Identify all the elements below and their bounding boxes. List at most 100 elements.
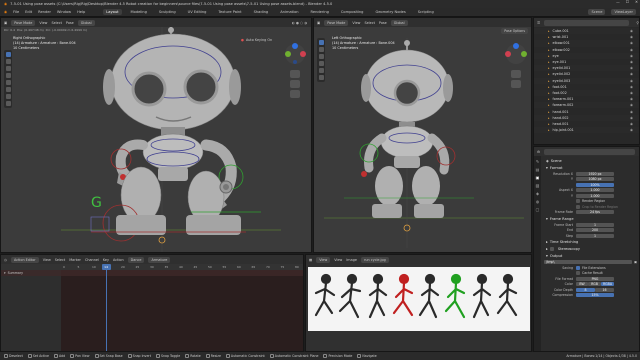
- tab-rendering[interactable]: Rendering: [308, 9, 332, 15]
- outliner[interactable]: ☰ ⚲ ▸ Cube.001 ◉ ▸ wrist.001 ◉ ▸ elbow.001 ◉ ▸…: [533, 17, 640, 145]
- menu-select[interactable]: Select: [51, 21, 61, 25]
- maximize-button[interactable]: ☐: [626, 0, 629, 4]
- menu-file[interactable]: File: [13, 10, 19, 14]
- menu-image[interactable]: Image: [346, 258, 357, 262]
- scale-tool-icon[interactable]: [5, 80, 11, 85]
- depth-16-option[interactable]: 16: [595, 287, 614, 292]
- action-selector[interactable]: Dance: [127, 256, 145, 263]
- annotate-tool-icon[interactable]: [5, 94, 11, 99]
- mode-selector[interactable]: Pose Mode: [11, 19, 36, 26]
- measure-tool-icon[interactable]: [5, 101, 11, 106]
- format-panel-header[interactable]: ▾ Format: [542, 164, 639, 171]
- blender-menu-icon[interactable]: ◉: [4, 10, 7, 14]
- visibility-icon[interactable]: ◉: [630, 116, 633, 120]
- mode-selector[interactable]: Pose Mode: [324, 19, 349, 26]
- outliner-search[interactable]: [544, 19, 629, 26]
- zoom-icon[interactable]: [290, 70, 300, 78]
- visibility-icon[interactable]: ◉: [630, 85, 633, 89]
- robot-model-left-view[interactable]: [324, 38, 524, 248]
- tab-scripting[interactable]: Scripting: [415, 9, 437, 15]
- shading-icons[interactable]: ◐ ● ○ ◑: [292, 21, 307, 25]
- camera-view-icon[interactable]: [290, 90, 300, 98]
- checkbox-icon[interactable]: [576, 265, 580, 270]
- tool-tab-icon[interactable]: ✎: [536, 159, 539, 164]
- rotate-tool-icon[interactable]: [318, 61, 324, 66]
- object-tab-icon[interactable]: ▢: [536, 207, 540, 212]
- select-tool-icon[interactable]: [318, 40, 324, 45]
- visibility-icon[interactable]: ◉: [630, 110, 633, 114]
- visibility-icon[interactable]: ◉: [630, 35, 633, 39]
- visibility-icon[interactable]: ◉: [630, 103, 633, 107]
- list-item[interactable]: ▸ hip.joint.001 ◉: [534, 127, 639, 134]
- checkbox-icon[interactable]: [576, 271, 580, 276]
- transform-tool-icon[interactable]: [5, 87, 11, 92]
- properties-search[interactable]: [544, 148, 635, 155]
- scene-tab-icon[interactable]: ◈: [536, 191, 539, 196]
- cursor-tool-icon[interactable]: [5, 59, 11, 64]
- image-mode-selector[interactable]: View: [316, 256, 331, 263]
- tab-compositing[interactable]: Compositing: [338, 9, 367, 15]
- output-panel-header[interactable]: ▾ Output: [542, 253, 639, 260]
- menu-view[interactable]: View: [334, 258, 342, 262]
- compression-field[interactable]: Compression 15%: [542, 293, 639, 299]
- z-axis-icon[interactable]: [292, 43, 298, 49]
- scale-tool-icon[interactable]: [318, 68, 324, 73]
- tab-geometry-nodes[interactable]: Geometry Nodes: [372, 9, 408, 15]
- visibility-icon[interactable]: ◉: [630, 122, 633, 126]
- select-tool-icon[interactable]: [5, 52, 11, 57]
- tab-texture-paint[interactable]: Texture Paint: [215, 9, 244, 15]
- orientation-selector[interactable]: Global: [390, 19, 408, 26]
- editor-type-icon[interactable]: ◷: [4, 258, 7, 262]
- close-button[interactable]: ✕: [635, 0, 638, 4]
- image-editor[interactable]: ▦ View View Image run cycle.jpg: [305, 254, 532, 352]
- summary-channel[interactable]: ▾ Summary: [1, 270, 61, 276]
- menu-view[interactable]: View: [39, 21, 47, 25]
- visibility-icon[interactable]: ◉: [630, 128, 633, 132]
- transform-tool-icon[interactable]: [318, 75, 324, 80]
- x-axis-icon[interactable]: [300, 51, 306, 57]
- viewport-left[interactable]: ▣ Pose Mode View Select Pose Global ◐ ● …: [0, 17, 312, 253]
- world-tab-icon[interactable]: ◍: [536, 199, 540, 204]
- tab-animation[interactable]: Animation: [277, 9, 301, 15]
- visibility-icon[interactable]: ◉: [630, 41, 633, 45]
- editor-type-icon[interactable]: ☰: [537, 21, 540, 25]
- filter-icon[interactable]: ⚲: [637, 21, 639, 25]
- color-rgba-option[interactable]: RGBA: [601, 282, 614, 287]
- visibility-icon[interactable]: ◉: [630, 60, 633, 64]
- output-tab-icon[interactable]: ▣: [536, 175, 540, 180]
- menu-marker[interactable]: Marker: [69, 258, 81, 262]
- folder-icon[interactable]: ▣: [634, 260, 637, 264]
- pan-icon[interactable]: [290, 80, 300, 88]
- menu-pose[interactable]: Pose: [66, 21, 74, 25]
- move-tool-icon[interactable]: [318, 54, 324, 59]
- editor-type-icon[interactable]: ▦: [309, 258, 312, 262]
- menu-view[interactable]: View: [43, 258, 51, 262]
- rotate-tool-icon[interactable]: [5, 73, 11, 78]
- action-editor[interactable]: ◷ Action Editor View Select Marker Chann…: [0, 254, 304, 352]
- image-selector[interactable]: run cycle.jpg: [360, 256, 389, 263]
- y-axis-icon[interactable]: [285, 51, 291, 57]
- depth-8-option[interactable]: 8: [576, 287, 595, 292]
- tab-uv-editing[interactable]: UV Editing: [185, 9, 210, 15]
- move-tool-icon[interactable]: [5, 66, 11, 71]
- tab-sculpting[interactable]: Sculpting: [156, 9, 179, 15]
- visibility-icon[interactable]: ◉: [630, 72, 633, 76]
- view-layer-tab-icon[interactable]: ▧: [536, 183, 540, 188]
- menu-edit[interactable]: Edit: [25, 10, 32, 14]
- checkbox-icon[interactable]: [549, 247, 554, 251]
- checkbox-icon[interactable]: [576, 199, 580, 204]
- visibility-icon[interactable]: ◉: [630, 48, 633, 52]
- playhead[interactable]: 14: [101, 264, 111, 351]
- menu-select[interactable]: Select: [55, 258, 65, 262]
- navigation-gizmo[interactable]: [283, 42, 311, 102]
- pose-options-button[interactable]: Pose Options: [501, 28, 528, 34]
- visibility-icon[interactable]: ◉: [630, 54, 633, 58]
- frame-range-panel-header[interactable]: ▾ Frame Range: [542, 215, 639, 222]
- visibility-icon[interactable]: ◉: [630, 29, 633, 33]
- menu-view[interactable]: View: [352, 21, 360, 25]
- menu-help[interactable]: Help: [77, 10, 85, 14]
- visibility-icon[interactable]: ◉: [630, 97, 633, 101]
- menu-channel[interactable]: Channel: [85, 258, 99, 262]
- visibility-icon[interactable]: ◉: [630, 91, 633, 95]
- menu-select[interactable]: Select: [364, 21, 374, 25]
